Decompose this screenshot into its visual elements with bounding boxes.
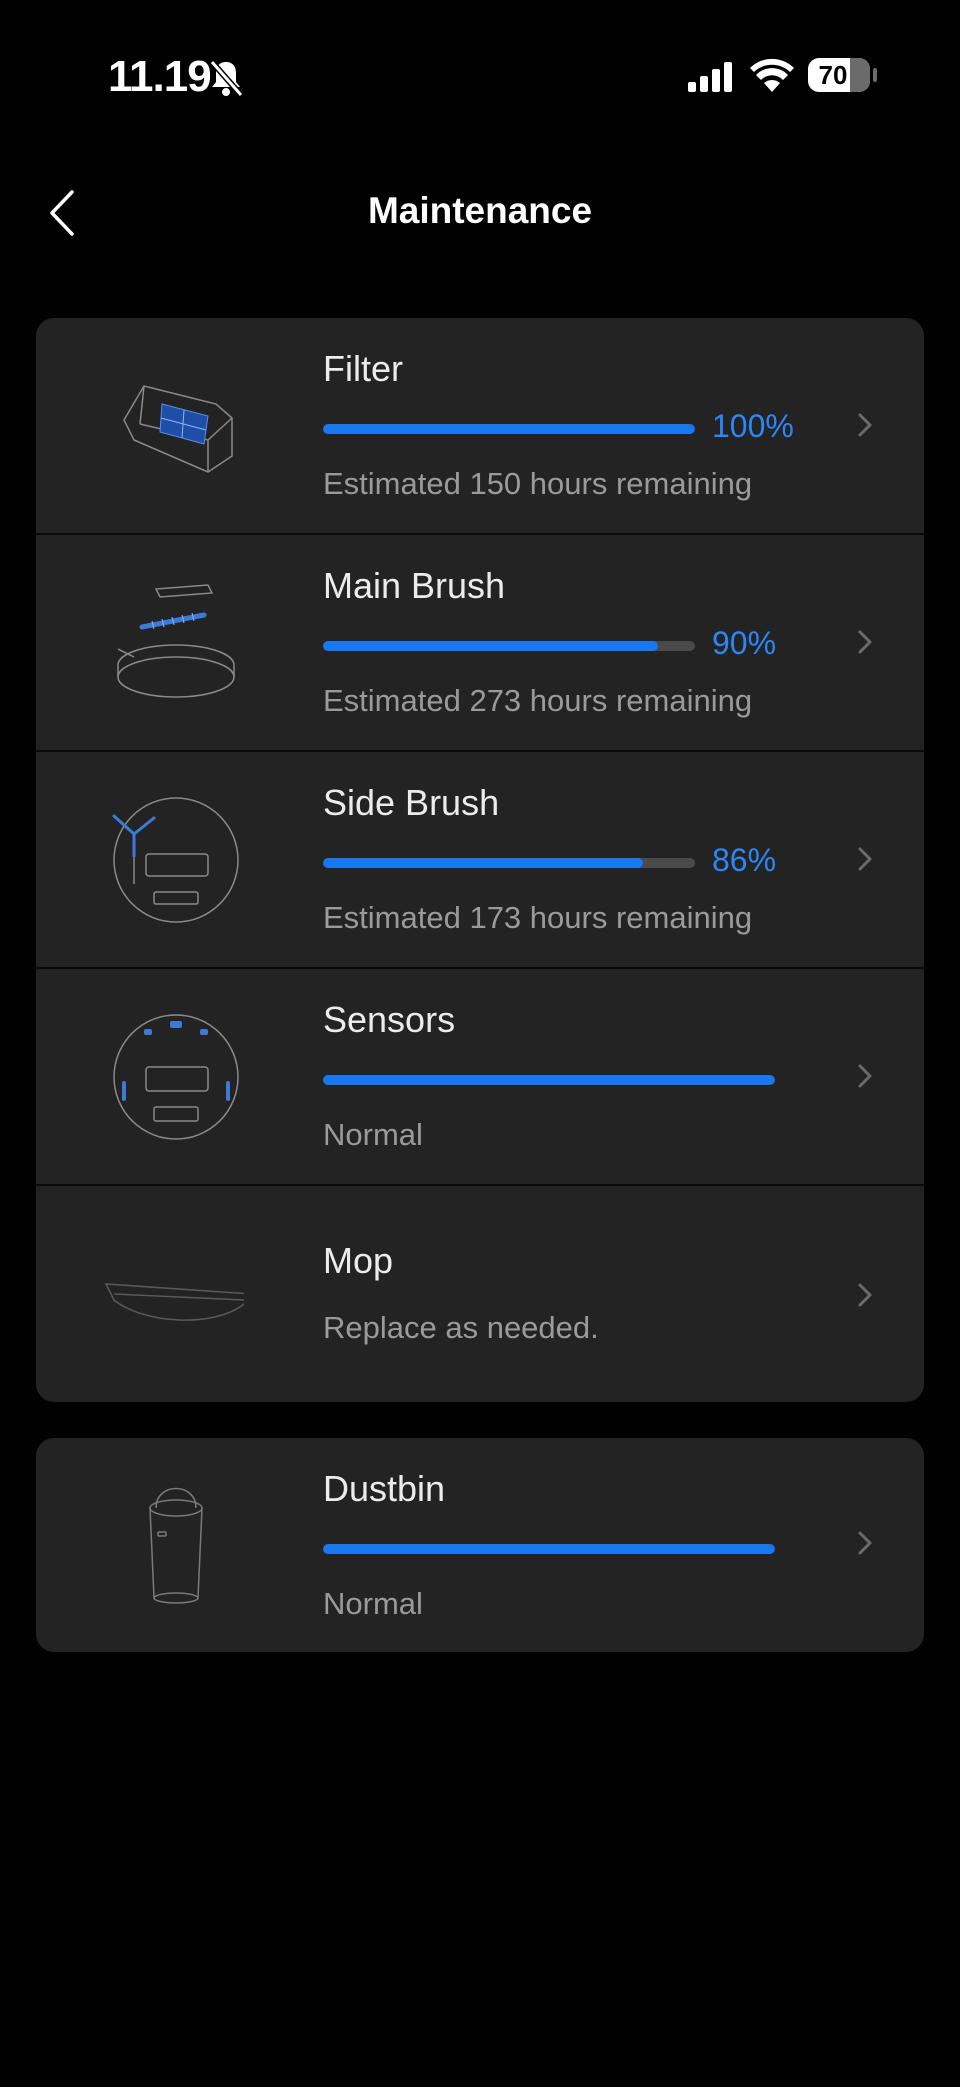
item-subtitle: Replace as needed. (323, 1310, 599, 1345)
battery-nub (873, 68, 877, 82)
item-name: Side Brush (323, 782, 500, 823)
progress-fill (323, 1075, 775, 1085)
chevron-right-icon (858, 1064, 872, 1088)
list-item-dustbin[interactable]: Dustbin Normal (36, 1438, 924, 1652)
side-brush-image (112, 797, 239, 923)
item-percent: 100% (712, 408, 794, 444)
chevron-right-icon (858, 1531, 872, 1555)
item-subtitle: Estimated 273 hours remaining (323, 683, 753, 718)
dustbin-image (149, 1487, 203, 1604)
list-item-main-brush[interactable]: Main Brush 90% Estimated 273 hours remai… (36, 535, 924, 752)
maintenance-list: Filter 100% Estimated 150 hours remainin… (36, 318, 924, 1402)
list-item-sensors[interactable]: Sensors Normal (36, 969, 924, 1186)
sensors-image (113, 1014, 239, 1140)
progress-bar (323, 1075, 775, 1085)
progress-bar (323, 424, 695, 434)
item-name: Sensors (323, 999, 456, 1040)
item-name: Mop (323, 1240, 394, 1281)
item-percent: 90% (712, 625, 777, 661)
list-item-mop[interactable]: Mop Replace as needed. (36, 1186, 924, 1401)
list-item-filter[interactable]: Filter 100% Estimated 150 hours remainin… (36, 318, 924, 535)
filter-image (123, 385, 233, 473)
status-time: 11.19 (108, 52, 212, 101)
chevron-right-icon (858, 630, 872, 654)
item-name: Filter (323, 348, 403, 389)
chevron-right-icon (858, 1283, 872, 1307)
item-name: Dustbin (323, 1468, 446, 1509)
page-title: Maintenance (367, 190, 593, 231)
progress-fill (323, 858, 643, 868)
item-subtitle: Normal (323, 1117, 423, 1152)
item-name: Main Brush (323, 565, 506, 606)
progress-bar (323, 858, 695, 868)
bell-slash-icon (209, 60, 244, 97)
progress-fill (323, 424, 695, 434)
cellular-signal-icon (688, 62, 732, 92)
battery-level: 70 (818, 60, 848, 90)
item-subtitle: Normal (323, 1586, 423, 1621)
chevron-right-icon (858, 847, 872, 871)
dustbin-card: Dustbin Normal (36, 1438, 924, 1652)
chevron-right-icon (858, 413, 872, 437)
main-brush-image (117, 584, 235, 698)
item-subtitle: Estimated 173 hours remaining (323, 900, 753, 935)
progress-fill (323, 1544, 775, 1554)
battery-icon: 70 (808, 58, 870, 92)
progress-fill (323, 641, 658, 651)
progress-bar (323, 1544, 775, 1554)
mop-image (104, 1283, 244, 1321)
wifi-icon (750, 58, 794, 92)
item-percent: 86% (712, 842, 777, 878)
item-subtitle: Estimated 150 hours remaining (323, 466, 753, 501)
status-bar: 11.19 70 (0, 0, 960, 150)
progress-bar (323, 641, 695, 651)
list-item-side-brush[interactable]: Side Brush 86% Estimated 173 hours remai… (36, 752, 924, 969)
